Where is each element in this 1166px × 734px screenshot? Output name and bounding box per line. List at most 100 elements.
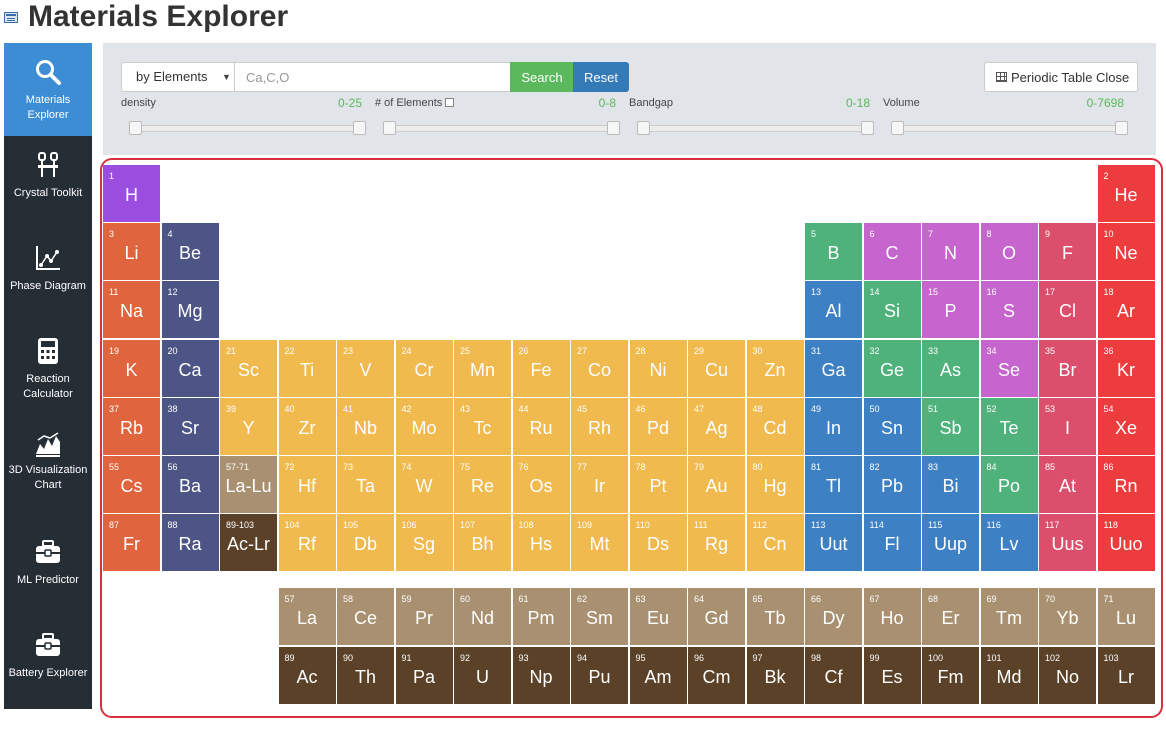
element-tile-ar[interactable]: 18 Ar: [1097, 281, 1156, 340]
element-tile-sg[interactable]: 106 Sg: [395, 514, 454, 573]
element-tile-dy[interactable]: 66 Dy: [805, 588, 863, 647]
element-tile-cd[interactable]: 48 Cd: [746, 397, 805, 456]
element-tile-sn[interactable]: 50 Sn: [863, 397, 922, 456]
element-tile-rh[interactable]: 45 Rh: [571, 397, 629, 456]
element-tile-re[interactable]: 75 Re: [454, 456, 512, 514]
element-tile-ru[interactable]: 44 Ru: [512, 397, 571, 456]
element-tile-lv[interactable]: 116 Lv: [980, 514, 1039, 573]
element-tile-np[interactable]: 93 Np: [512, 646, 571, 705]
element-tile-po[interactable]: 84 Po: [980, 456, 1039, 514]
element-tile-kr[interactable]: 36 Kr: [1097, 339, 1156, 398]
element-tile-lr[interactable]: 103 Lr: [1097, 646, 1156, 705]
density-slider-max-handle[interactable]: [353, 121, 366, 135]
element-tile-ti[interactable]: 22 Ti: [278, 339, 337, 398]
element-count-checkbox[interactable]: [445, 98, 454, 107]
element-tile-br[interactable]: 35 Br: [1039, 339, 1097, 398]
element-tile-tl[interactable]: 81 Tl: [805, 456, 863, 514]
element-tile-y[interactable]: 39 Y: [220, 397, 278, 456]
element-tile-tc[interactable]: 43 Tc: [454, 397, 512, 456]
element-tile-s[interactable]: 16 S: [980, 281, 1039, 340]
element-tile-ac[interactable]: 89 Ac: [278, 646, 337, 705]
element-tile-ga[interactable]: 31 Ga: [805, 339, 863, 398]
element-tile-ca[interactable]: 20 Ca: [161, 339, 220, 398]
element-tile-cf[interactable]: 98 Cf: [805, 646, 863, 705]
element-tile-pm[interactable]: 61 Pm: [512, 588, 571, 647]
element-tile-as[interactable]: 33 As: [922, 339, 980, 398]
element-tile-rn[interactable]: 86 Rn: [1097, 456, 1156, 514]
element-tile-ir[interactable]: 77 Ir: [571, 456, 629, 514]
element-tile-at[interactable]: 85 At: [1039, 456, 1097, 514]
bandgap-slider-max-handle[interactable]: [861, 121, 874, 135]
element-tile-o[interactable]: 8O: [980, 223, 1039, 282]
sidebar-item-crystal-toolkit[interactable]: Crystal Toolkit: [4, 136, 92, 229]
sidebar-item-materials-explorer[interactable]: Materials Explorer: [4, 43, 92, 136]
element-tile-bk[interactable]: 97 Bk: [746, 646, 805, 705]
element-tile-xe[interactable]: 54 Xe: [1097, 397, 1156, 456]
volume-slider-min-handle[interactable]: [891, 121, 904, 135]
element-tile-rg[interactable]: 111 Rg: [688, 514, 746, 573]
element-count-slider-min-handle[interactable]: [383, 121, 396, 135]
element-tile-nb[interactable]: 41 Nb: [337, 397, 395, 456]
element-tile-sm[interactable]: 62 Sm: [571, 588, 629, 647]
element-tile-hs[interactable]: 108 Hs: [512, 514, 571, 573]
element-tile-lu[interactable]: 71 Lu: [1097, 588, 1156, 647]
element-tile-tb[interactable]: 65 Tb: [746, 588, 805, 647]
element-count-slider-track[interactable]: [383, 125, 613, 132]
element-tile-zr[interactable]: 40 Zr: [278, 397, 337, 456]
element-tile-sb[interactable]: 51 Sb: [922, 397, 980, 456]
element-tile-cn[interactable]: 112 Cn: [746, 514, 805, 573]
element-tile-fl[interactable]: 114 Fl: [863, 514, 922, 573]
volume-slider-max-handle[interactable]: [1115, 121, 1128, 135]
element-tile-la-lu[interactable]: 57-71 La-Lu: [220, 456, 278, 514]
element-tile-be[interactable]: 4 Be: [161, 223, 220, 282]
sidebar-item-phase-diagram[interactable]: Phase Diagram: [4, 229, 92, 322]
element-tile-pa[interactable]: 91 Pa: [395, 646, 454, 705]
volume-slider-track[interactable]: [891, 125, 1121, 132]
element-tile-eu[interactable]: 63 Eu: [629, 588, 688, 647]
element-tile-he[interactable]: 2 He: [1097, 165, 1156, 223]
element-count-slider-max-handle[interactable]: [607, 121, 620, 135]
element-tile-bh[interactable]: 107 Bh: [454, 514, 512, 573]
element-tile-ho[interactable]: 67 Ho: [863, 588, 922, 647]
element-tile-p[interactable]: 15 P: [922, 281, 980, 340]
element-tile-am[interactable]: 95 Am: [629, 646, 688, 705]
element-tile-au[interactable]: 79 Au: [688, 456, 746, 514]
element-tile-ra[interactable]: 88 Ra: [161, 514, 220, 573]
element-tile-c[interactable]: 6C: [863, 223, 922, 282]
element-tile-es[interactable]: 99 Es: [863, 646, 922, 705]
element-tile-ta[interactable]: 73 Ta: [337, 456, 395, 514]
sidebar-item-ml-predictor[interactable]: ML Predictor: [4, 523, 92, 616]
element-tile-uup[interactable]: 115 Uup: [922, 514, 980, 573]
element-tile-pb[interactable]: 82 Pb: [863, 456, 922, 514]
element-tile-cs[interactable]: 55 Cs: [103, 456, 161, 514]
element-tile-mo[interactable]: 42 Mo: [395, 397, 454, 456]
element-tile-th[interactable]: 90 Th: [337, 646, 395, 705]
search-input[interactable]: [234, 62, 511, 92]
element-tile-ac-lr[interactable]: 89-103 Ac-Lr: [220, 514, 278, 573]
element-tile-ge[interactable]: 32 Ge: [863, 339, 922, 398]
element-tile-rb[interactable]: 37 Rb: [103, 397, 161, 456]
element-tile-uuo[interactable]: 118 Uuo: [1097, 514, 1156, 573]
periodic-table-toggle-button[interactable]: Periodic Table Close: [984, 62, 1138, 92]
element-tile-uut[interactable]: 113 Uut: [805, 514, 863, 573]
element-tile-ce[interactable]: 58 Ce: [337, 588, 395, 647]
density-slider-min-handle[interactable]: [129, 121, 142, 135]
element-tile-fr[interactable]: 87 Fr: [103, 514, 161, 573]
element-tile-zn[interactable]: 30 Zn: [746, 339, 805, 398]
element-tile-db[interactable]: 105 Db: [337, 514, 395, 573]
element-tile-mn[interactable]: 25 Mn: [454, 339, 512, 398]
element-tile-rf[interactable]: 104 Rf: [278, 514, 337, 573]
element-tile-ag[interactable]: 47 Ag: [688, 397, 746, 456]
element-tile-cu[interactable]: 29 Cu: [688, 339, 746, 398]
element-tile-te[interactable]: 52 Te: [980, 397, 1039, 456]
element-tile-fe[interactable]: 26 Fe: [512, 339, 571, 398]
element-tile-hg[interactable]: 80 Hg: [746, 456, 805, 514]
sidebar-item-battery-explorer[interactable]: Battery Explorer: [4, 616, 92, 709]
element-tile-ba[interactable]: 56 Ba: [161, 456, 220, 514]
element-tile-pd[interactable]: 46 Pd: [629, 397, 688, 456]
sidebar-item-reaction-calculator[interactable]: Reaction Calculator: [4, 322, 92, 415]
element-tile-md[interactable]: 101 Md: [980, 646, 1039, 705]
element-tile-cr[interactable]: 24 Cr: [395, 339, 454, 398]
element-tile-n[interactable]: 7N: [922, 223, 980, 282]
element-tile-b[interactable]: 5B: [805, 223, 863, 282]
